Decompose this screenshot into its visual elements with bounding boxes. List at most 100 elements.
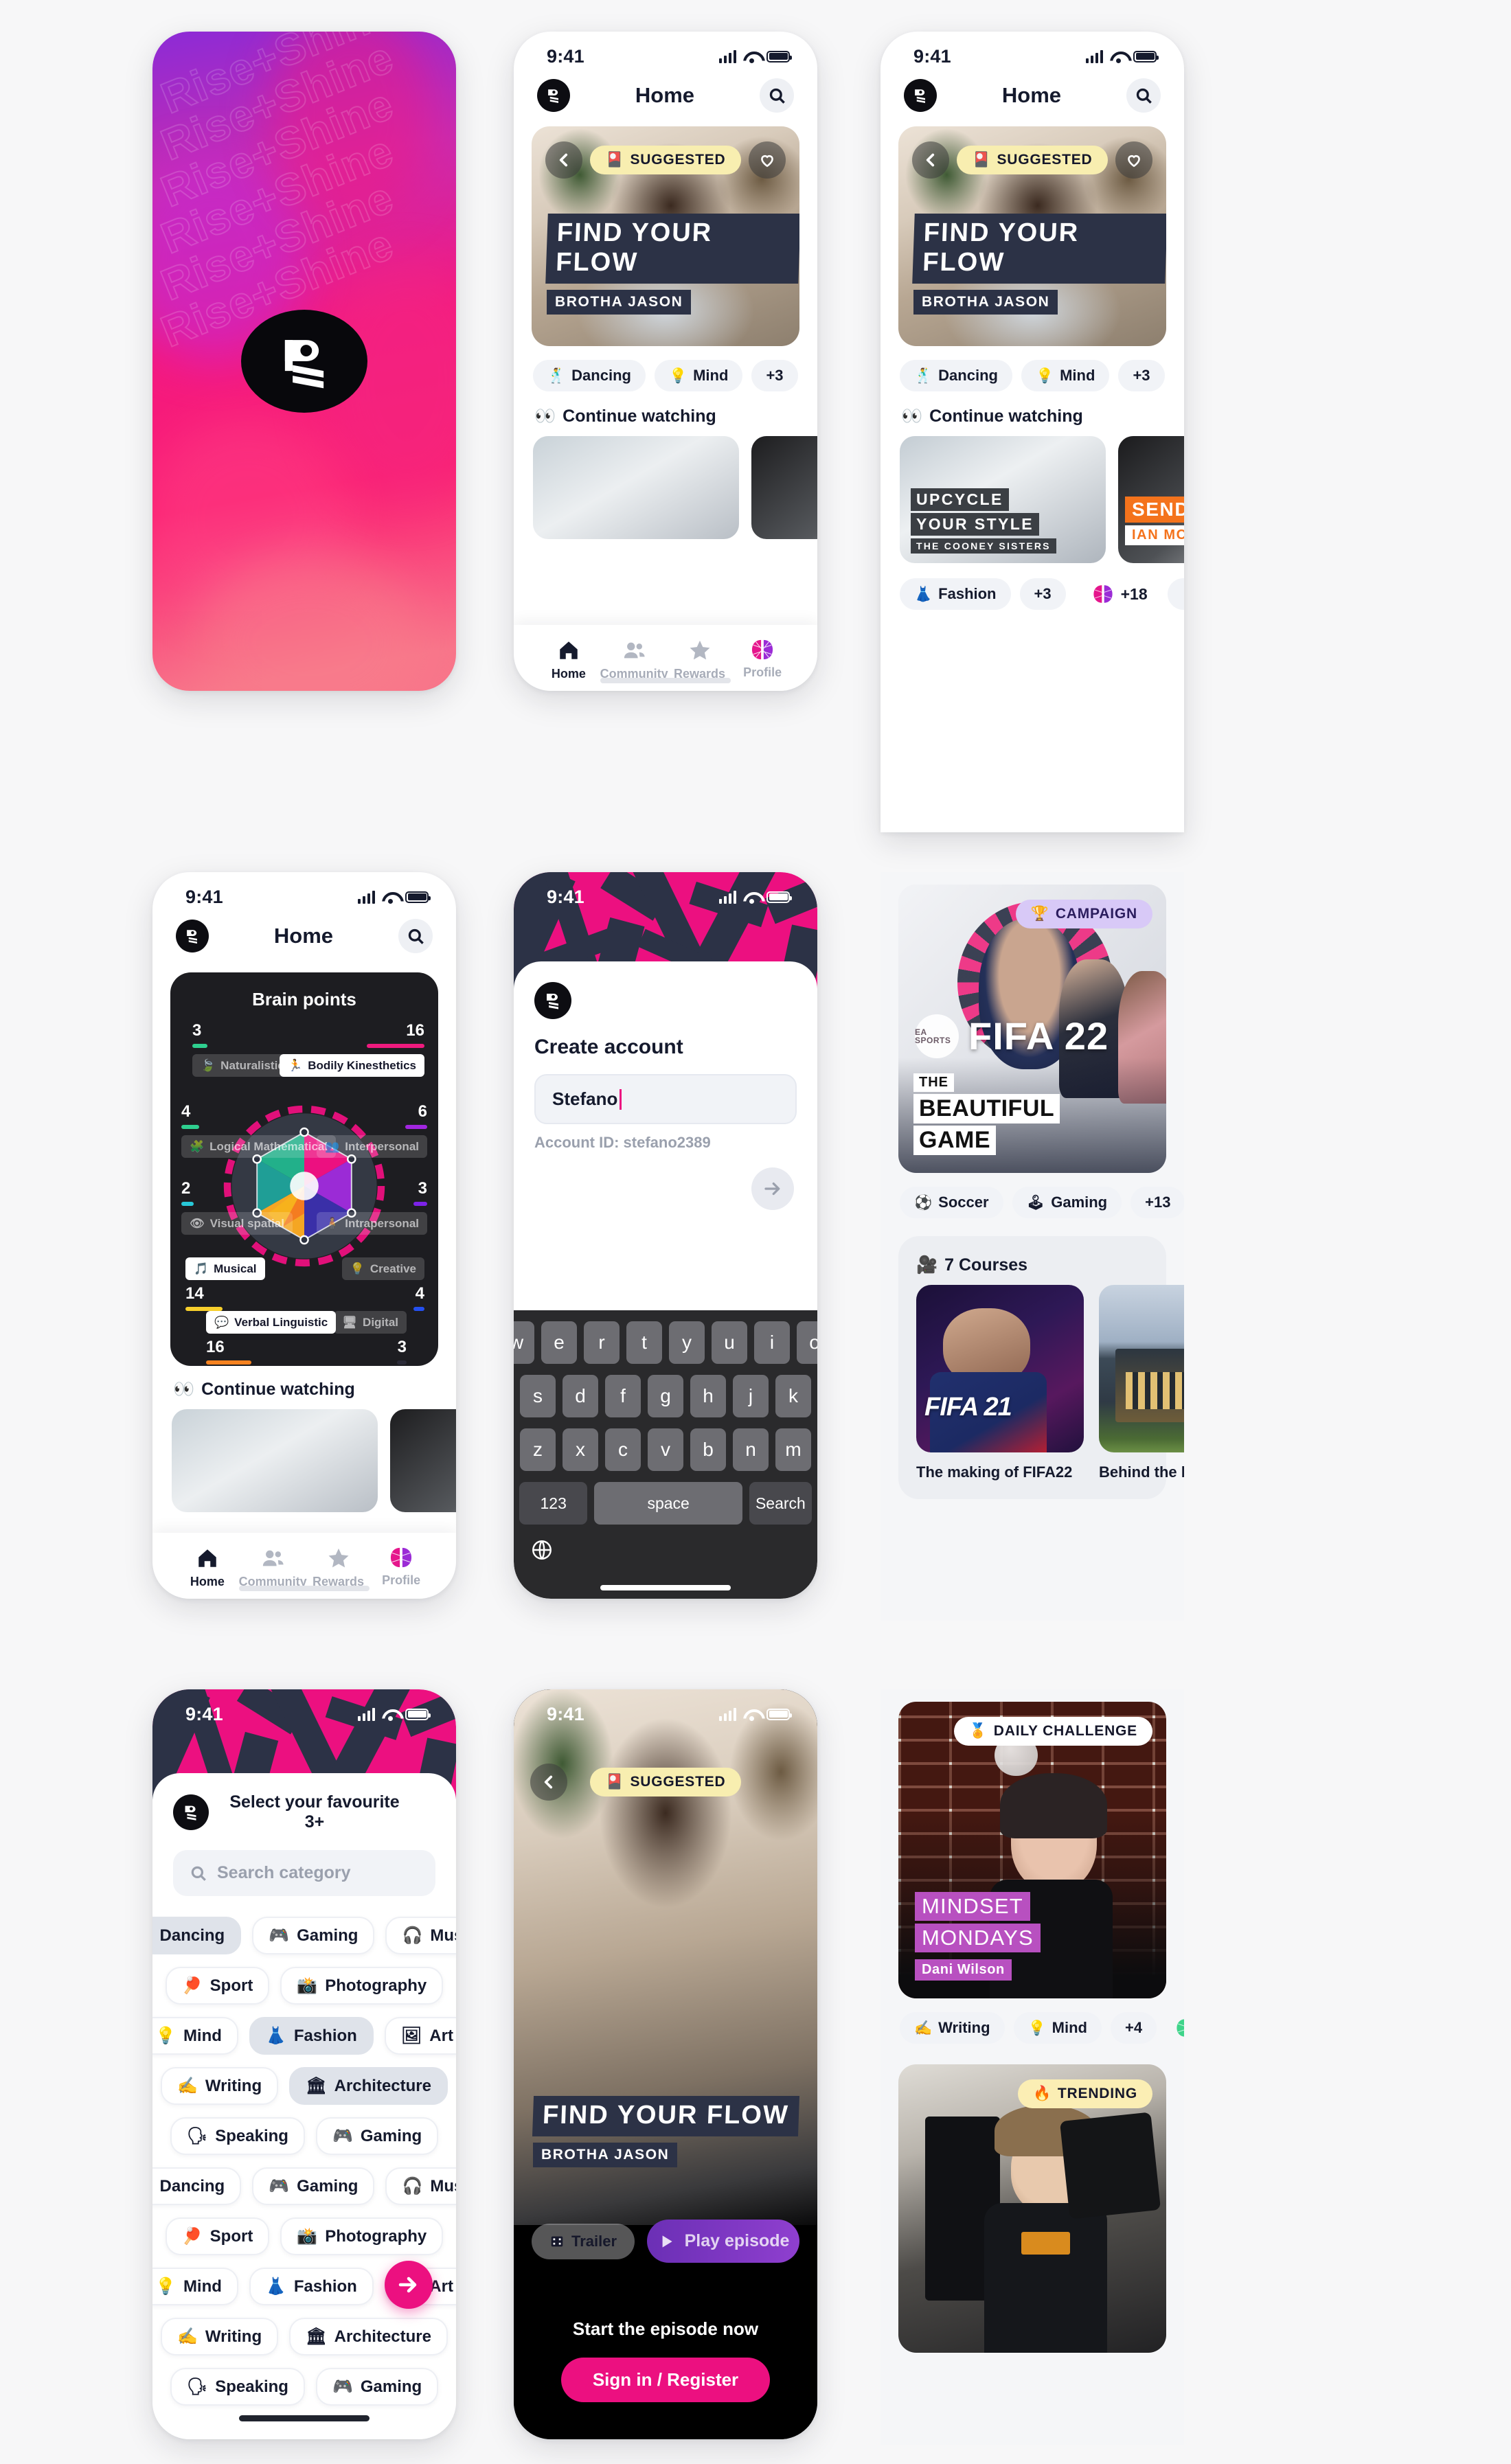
play-episode-button[interactable]: Play episode (647, 2220, 799, 2263)
tag-chip[interactable]: 💡 Mind (1013, 2012, 1102, 2044)
key[interactable]: s (520, 1375, 556, 1417)
key[interactable]: j (733, 1375, 769, 1417)
key[interactable]: n (733, 1428, 769, 1471)
onscreen-keyboard[interactable]: q w e r t y u i o p a s d f g h (514, 1310, 817, 1599)
category-chip[interactable]: 🏓 Sport (165, 2217, 270, 2255)
course-item[interactable]: FIFA 21 The making of FIFA22 (916, 1285, 1084, 1481)
back-icon[interactable] (545, 141, 582, 179)
key[interactable]: o (797, 1321, 817, 1364)
tag-chip[interactable]: ✍️ Writing (900, 2012, 1005, 2044)
tag-chip[interactable]: 👗 Fashion (900, 578, 1011, 610)
tab-home[interactable]: Home (537, 639, 600, 681)
category-chip[interactable]: 💡 Mind (152, 2268, 238, 2305)
category-chip[interactable]: ✍️ Writing (161, 2067, 279, 2105)
tab-home[interactable]: Home (176, 1547, 239, 1589)
tag-chip[interactable]: 💡 Mind (1021, 360, 1110, 391)
category-chip[interactable]: 🏛 Architecture (289, 2318, 448, 2355)
campaign-hero-card[interactable]: 🏆 CAMPAIGN EA SPORTS FIFA 22 THE BEAUTIF… (898, 885, 1166, 1173)
category-chip[interactable]: 🗣 Speaking (170, 2117, 305, 2155)
tag-chip[interactable]: 💪 Fitness (1167, 578, 1184, 610)
favorite-icon[interactable] (748, 141, 786, 179)
watch-card[interactable] (172, 1409, 378, 1512)
brain-points-chart[interactable]: Brain points 3 🍃 Naturalistic 16 🏃 Bodil… (170, 972, 438, 1366)
tab-profile[interactable]: Profile (370, 1547, 433, 1589)
logo-icon[interactable] (176, 920, 209, 952)
search-icon[interactable] (398, 919, 433, 953)
tab-community[interactable]: Community (239, 1547, 307, 1589)
search-icon[interactable] (1126, 78, 1161, 113)
back-icon[interactable] (912, 141, 949, 179)
key[interactable]: z (520, 1428, 556, 1471)
category-chip[interactable]: 💡 Mind (152, 2017, 238, 2055)
course-item[interactable]: Behind the brand (1099, 1285, 1184, 1481)
name-input[interactable]: Stefano (534, 1074, 797, 1124)
space-key[interactable]: space (594, 1482, 742, 1525)
search-icon[interactable] (760, 78, 794, 113)
category-chip[interactable]: 🎮 Gaming (315, 2368, 439, 2406)
category-chip[interactable]: 🖼Art (384, 2017, 456, 2055)
key[interactable]: u (712, 1321, 747, 1364)
logo-icon[interactable] (537, 79, 570, 112)
key[interactable]: k (775, 1375, 811, 1417)
key[interactable]: h (690, 1375, 726, 1417)
key[interactable]: v (648, 1428, 683, 1471)
key[interactable]: y (669, 1321, 705, 1364)
category-chip[interactable]: 🏛 Architecture (289, 2067, 448, 2105)
watch-card[interactable] (390, 1409, 456, 1512)
tag-chip[interactable]: 🕺 Dancing (900, 360, 1012, 391)
search-key[interactable]: Search (749, 1482, 812, 1525)
logo-icon[interactable] (534, 982, 571, 1019)
category-chip[interactable]: 🎧Music (385, 1917, 456, 1954)
trailer-button[interactable]: Trailer (532, 2223, 635, 2259)
tag-more-chip[interactable]: +3 (1118, 360, 1165, 391)
category-chip[interactable]: 🕺Dancing (152, 2167, 242, 2205)
tag-more-chip[interactable]: +4 (1111, 2012, 1157, 2044)
key[interactable]: g (648, 1375, 683, 1417)
category-chip[interactable]: 🎧Music (385, 2167, 456, 2205)
back-icon[interactable] (530, 1764, 567, 1801)
key[interactable]: w (514, 1321, 534, 1364)
tag-chip[interactable]: 🕹 Gaming (1012, 1187, 1122, 1218)
tag-more-chip[interactable]: +13 (1131, 1187, 1184, 1218)
tag-chip[interactable]: 🕺 Dancing (533, 360, 646, 391)
globe-icon[interactable] (530, 1538, 554, 1562)
hero-card[interactable]: 🎴 SUGGESTED FIND YOUR FLOW BROTHA JASON (532, 126, 799, 346)
category-chip[interactable]: 🎮 Gaming (252, 2167, 375, 2205)
watch-card[interactable]: UPCYCLE YOUR STYLE THE COONEY SISTERS (900, 436, 1106, 563)
continue-watching-rail[interactable] (514, 436, 817, 539)
category-chip[interactable]: 👗 Fashion (249, 2017, 374, 2055)
logo-icon[interactable] (173, 1794, 209, 1830)
key[interactable]: c (605, 1428, 641, 1471)
tag-more-chip[interactable]: +3 (751, 360, 798, 391)
key[interactable]: b (690, 1428, 726, 1471)
hero-card[interactable]: 🎴 SUGGESTED FIND YOUR FLOW BROTHA JASON (898, 126, 1166, 346)
tag-chip[interactable]: 💡 Mind (654, 360, 743, 391)
category-chip[interactable]: 📸 Photography (280, 1967, 444, 2005)
next-button[interactable] (751, 1167, 794, 1210)
category-chip[interactable]: 📸 Photography (280, 2217, 444, 2255)
key[interactable]: d (563, 1375, 598, 1417)
favorite-icon[interactable] (1115, 141, 1152, 179)
key[interactable]: e (541, 1321, 577, 1364)
watch-card[interactable]: SEND IAN MC (1118, 436, 1184, 563)
watch-card[interactable] (533, 436, 739, 539)
category-chip[interactable]: 🎮 Gaming (315, 2117, 439, 2155)
key[interactable]: x (563, 1428, 598, 1471)
category-chip[interactable]: 🏓 Sport (165, 1967, 270, 2005)
category-chip[interactable]: 👗 Fashion (249, 2268, 374, 2305)
trending-card[interactable]: 🔥 TRENDING (898, 2064, 1166, 2353)
numbers-key[interactable]: 123 (519, 1482, 588, 1525)
key[interactable]: t (626, 1321, 662, 1364)
key[interactable]: r (584, 1321, 620, 1364)
key[interactable]: m (775, 1428, 811, 1471)
key[interactable]: f (605, 1375, 641, 1417)
category-chip[interactable]: 🎮 Gaming (252, 1917, 375, 1954)
continue-button[interactable] (385, 2261, 433, 2309)
tab-profile[interactable]: Profile (731, 639, 794, 681)
search-input[interactable]: Search category (173, 1850, 435, 1896)
category-chip[interactable]: 🗣 Speaking (170, 2368, 305, 2406)
category-chip[interactable]: 🕺Dancing (152, 1917, 242, 1954)
tag-more-chip[interactable]: +3 (1019, 578, 1066, 610)
tab-rewards[interactable]: Rewards (668, 639, 731, 681)
daily-challenge-card[interactable]: 🏅 DAILY CHALLENGE MINDSET MONDAYS Dani W… (898, 1702, 1166, 1998)
